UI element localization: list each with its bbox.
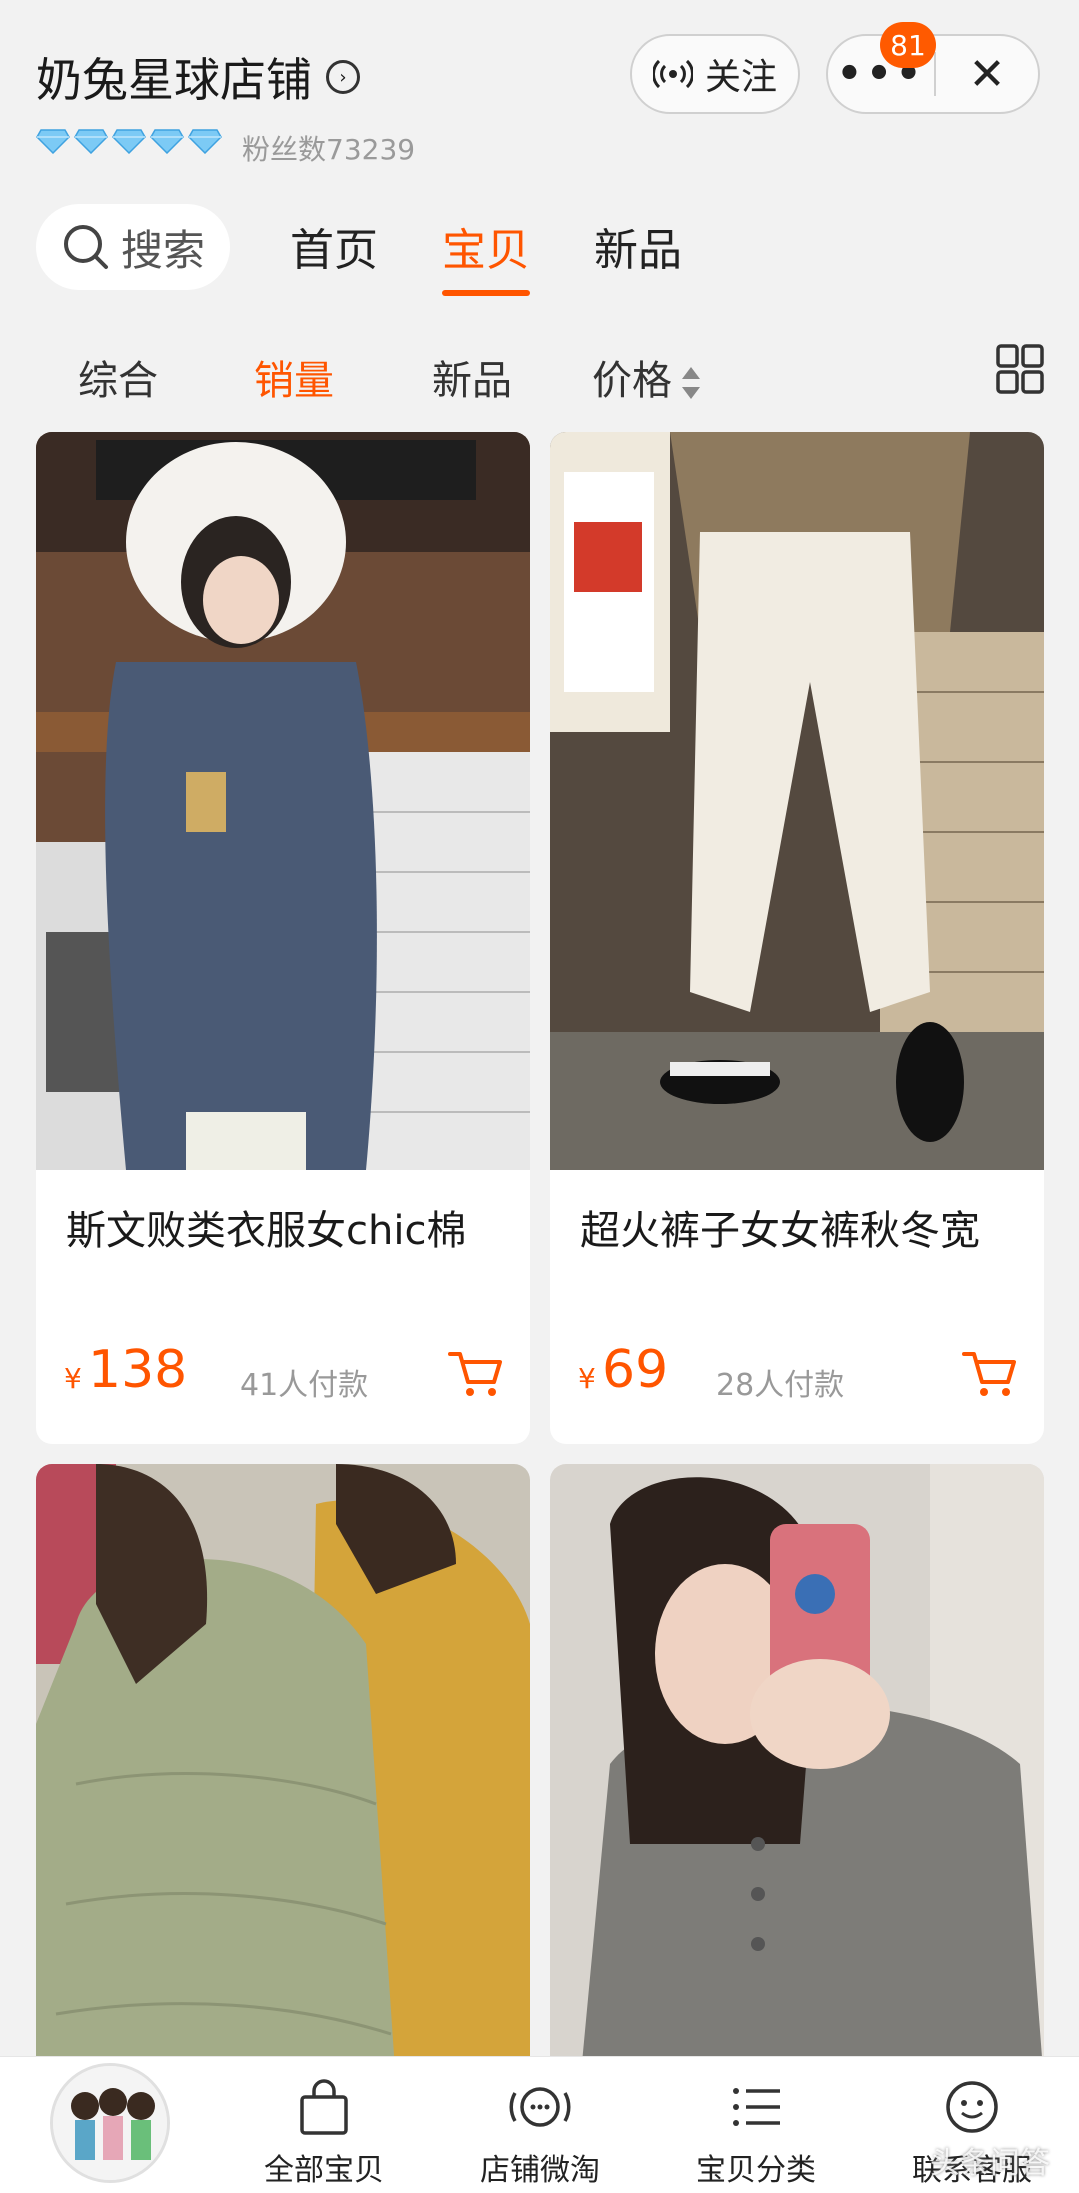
product-photo-coat [36, 432, 530, 1170]
product-image[interactable] [550, 432, 1044, 1170]
diamond-icon [150, 129, 184, 154]
fans-count: 粉丝数73239 [242, 133, 416, 166]
tab-home[interactable]: 首页 [290, 214, 378, 296]
sort-price-label: 价格 [592, 358, 672, 404]
product-image[interactable] [550, 1464, 1044, 2084]
paid-count: 41人付款 [240, 1368, 369, 1403]
broadcast-icon [652, 59, 693, 89]
tab-new[interactable]: 新品 [594, 214, 682, 296]
follow-label: 关注 [704, 57, 777, 98]
grid-view-icon[interactable] [996, 344, 1044, 394]
shop-logo [53, 2066, 167, 2180]
tab-categories[interactable]: 宝贝分类 [676, 2077, 836, 2189]
currency-symbol: ¥ [64, 1362, 82, 1395]
close-icon[interactable]: ✕ [936, 49, 1038, 100]
follow-button[interactable]: 关注 [630, 34, 800, 114]
search-icon [63, 225, 108, 269]
service-face-icon [946, 2081, 998, 2133]
notification-badge: 81 [880, 22, 936, 68]
currency-symbol: ¥ [578, 1362, 596, 1395]
sort-new[interactable]: 新品 [432, 348, 512, 406]
product-card[interactable]: 斯文败类衣服女chic棉 ¥ 138 41人付款 [36, 432, 530, 1444]
product-photo-pants [550, 432, 1044, 1170]
shop-header: 奶兔星球店铺 › 粉丝数73239 关注 ••• ✕ 81 搜索 首页 宝贝 新… [0, 0, 1079, 440]
diamond-icon [112, 129, 146, 154]
price-row: ¥ 138 41人付款 [64, 1340, 504, 1403]
diamond-icon [36, 129, 70, 154]
diamond-icon [74, 129, 108, 154]
chevron-right-icon[interactable]: › [326, 60, 360, 94]
product-card[interactable] [36, 1464, 530, 2084]
product-photo-sweater [550, 1464, 1044, 2084]
price-row: ¥ 69 28人付款 [578, 1340, 1018, 1403]
tab-label: 宝贝分类 [696, 2153, 816, 2188]
main-tabs: 首页 宝贝 新品 [290, 214, 682, 296]
tab-shop-feed[interactable]: 店铺微淘 [460, 2077, 620, 2189]
sort-price[interactable]: 价格 [592, 348, 702, 406]
chat-broadcast-icon [509, 2087, 571, 2127]
product-card[interactable] [550, 1464, 1044, 2084]
watermark: 头条问答 [930, 2146, 1050, 2181]
shop-level-diamonds [36, 128, 222, 154]
cart-icon[interactable] [962, 1348, 1018, 1400]
product-price: 69 [602, 1340, 669, 1400]
product-price: 138 [88, 1340, 188, 1400]
sort-comprehensive[interactable]: 综合 [78, 348, 158, 406]
product-image[interactable] [36, 432, 530, 1170]
list-icon [733, 2088, 780, 2126]
tab-label: 店铺微淘 [480, 2153, 600, 2188]
sort-bar: 综合 销量 新品 价格 [0, 340, 1079, 420]
tab-items[interactable]: 宝贝 [442, 214, 530, 296]
shop-name[interactable]: 奶兔星球店铺 [36, 44, 312, 110]
product-image[interactable] [36, 1464, 530, 2084]
product-photo-jackets [36, 1464, 530, 2084]
bottom-tab-bar: 全部宝贝 店铺微淘 宝贝分类 联系客服 [0, 2056, 1079, 2193]
cart-icon[interactable] [448, 1348, 504, 1400]
shopping-bag-icon [300, 2079, 348, 2135]
diamond-icon [188, 129, 222, 154]
product-card[interactable]: 超火裤子女女裤秋冬宽 ¥ 69 28人付款 [550, 432, 1044, 1444]
shop-avatar[interactable] [50, 2063, 170, 2183]
tab-all-items[interactable]: 全部宝贝 [244, 2077, 404, 2189]
product-title[interactable]: 斯文败类衣服女chic棉 [66, 1198, 466, 1256]
search-label: 搜索 [120, 225, 205, 275]
product-title[interactable]: 超火裤子女女裤秋冬宽 [580, 1198, 980, 1256]
sort-arrows-icon [682, 367, 700, 399]
shop-name-row[interactable]: 奶兔星球店铺 › [36, 44, 360, 110]
search-button[interactable]: 搜索 [36, 204, 230, 290]
paid-count: 28人付款 [716, 1368, 845, 1403]
tab-label: 全部宝贝 [264, 2153, 384, 2188]
sort-sales[interactable]: 销量 [254, 348, 334, 406]
